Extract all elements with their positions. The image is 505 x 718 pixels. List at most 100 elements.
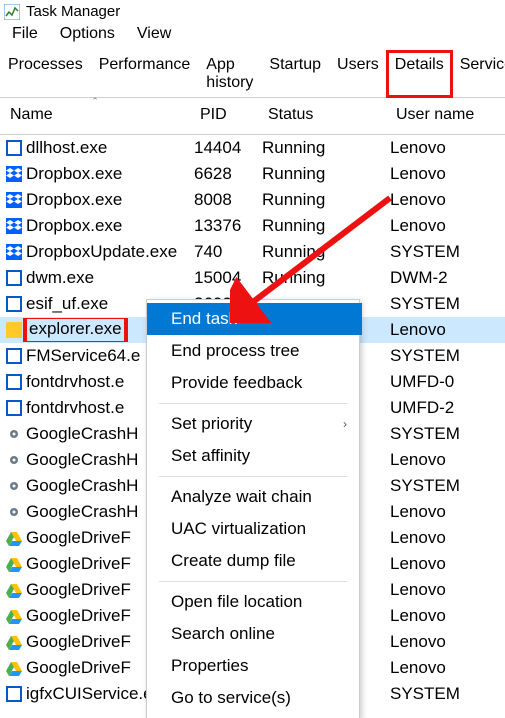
google-drive-icon xyxy=(6,608,22,624)
folder-icon xyxy=(6,322,22,338)
process-name: GoogleCrashH xyxy=(26,450,138,470)
tab-processes[interactable]: Processes xyxy=(0,51,91,97)
process-icon xyxy=(6,686,22,702)
cell-status: Running xyxy=(258,138,386,158)
menu-item-end-task[interactable]: End task xyxy=(147,303,362,335)
cell-user: Lenovo xyxy=(386,632,505,652)
col-status[interactable]: Status xyxy=(258,98,386,134)
cell-status: Running xyxy=(258,242,386,262)
menu-item-uac-virtualization[interactable]: UAC virtualization xyxy=(147,513,359,545)
process-name: fontdrvhost.e xyxy=(26,372,124,392)
menu-options[interactable]: Options xyxy=(60,25,115,43)
process-name: dwm.exe xyxy=(26,268,94,288)
process-icon xyxy=(6,296,22,312)
table-row[interactable]: Dropbox.exe8008RunningLenovo xyxy=(0,187,505,213)
cell-user: UMFD-2 xyxy=(386,398,505,418)
google-drive-icon xyxy=(6,660,22,676)
cell-user: Lenovo xyxy=(386,190,505,210)
cell-name: Dropbox.exe xyxy=(0,164,190,184)
cell-user: UMFD-0 xyxy=(386,372,505,392)
process-icon xyxy=(6,270,22,286)
col-user[interactable]: User name xyxy=(386,98,505,134)
cell-user: SYSTEM xyxy=(386,476,505,496)
process-name: GoogleCrashH xyxy=(26,424,138,444)
menu-item-open-file-location[interactable]: Open file location xyxy=(147,586,359,618)
process-name: Dropbox.exe xyxy=(26,164,122,184)
process-name: FMService64.e xyxy=(26,346,140,366)
process-name: GoogleDriveF xyxy=(26,580,131,600)
cell-name: dllhost.exe xyxy=(0,138,190,158)
process-name: GoogleDriveF xyxy=(26,658,131,678)
menu-item-analyze-wait-chain[interactable]: Analyze wait chain xyxy=(147,481,359,513)
sort-indicator-icon: ⌃ xyxy=(91,96,99,107)
col-pid[interactable]: PID xyxy=(190,98,258,134)
menu-separator xyxy=(159,476,347,477)
process-icon xyxy=(6,374,22,390)
tab-services[interactable]: Services xyxy=(452,51,505,97)
cell-user: Lenovo xyxy=(386,216,505,236)
tabstrip: ProcessesPerformanceApp historyStartupUs… xyxy=(0,51,505,98)
titlebar: Task Manager xyxy=(0,0,505,21)
menu-file[interactable]: File xyxy=(12,25,38,43)
cell-status: Running xyxy=(258,164,386,184)
tab-details[interactable]: Details xyxy=(387,51,452,97)
menu-separator xyxy=(159,403,347,404)
cell-pid: 13376 xyxy=(190,216,258,236)
cell-user: SYSTEM xyxy=(386,424,505,444)
cell-user: Lenovo xyxy=(386,320,505,340)
cell-user: Lenovo xyxy=(386,138,505,158)
menu-item-create-dump-file[interactable]: Create dump file xyxy=(147,545,359,577)
tab-users[interactable]: Users xyxy=(329,51,387,97)
gear-icon xyxy=(6,426,22,442)
cell-pid: 740 xyxy=(190,242,258,262)
menu-view[interactable]: View xyxy=(137,25,171,43)
cell-pid: 6628 xyxy=(190,164,258,184)
google-drive-icon xyxy=(6,634,22,650)
cell-user: SYSTEM xyxy=(386,684,505,704)
menubar: File Options View xyxy=(0,21,505,51)
menu-separator xyxy=(159,581,347,582)
cell-user: Lenovo xyxy=(386,502,505,522)
process-name: GoogleCrashH xyxy=(26,502,138,522)
google-drive-icon xyxy=(6,530,22,546)
cell-user: Lenovo xyxy=(386,658,505,678)
cell-user: DWM-2 xyxy=(386,268,505,288)
table-row[interactable]: dwm.exe15004RunningDWM-2 xyxy=(0,265,505,291)
gear-icon xyxy=(6,478,22,494)
process-name: Dropbox.exe xyxy=(26,190,122,210)
menu-item-properties[interactable]: Properties xyxy=(147,650,359,682)
menu-item-set-affinity[interactable]: Set affinity xyxy=(147,440,359,472)
table-row[interactable]: Dropbox.exe 13376RunningLenovo xyxy=(0,213,505,239)
process-name: Dropbox.exe xyxy=(26,216,122,236)
tab-startup[interactable]: Startup xyxy=(261,51,329,97)
cell-name: DropboxUpdate.exe xyxy=(0,242,190,262)
table-row[interactable]: dllhost.exe14404RunningLenovo xyxy=(0,135,505,161)
process-name: dllhost.exe xyxy=(26,138,107,158)
dropbox-icon xyxy=(6,166,22,182)
process-name: GoogleDriveF xyxy=(26,606,131,626)
cell-status: Running xyxy=(258,190,386,210)
menu-item-go-to-service-s-[interactable]: Go to service(s) xyxy=(147,682,359,714)
cell-name: Dropbox.exe xyxy=(0,216,190,236)
process-name: GoogleDriveF xyxy=(26,554,131,574)
cell-user: Lenovo xyxy=(386,450,505,470)
cell-status: Running xyxy=(258,268,386,288)
tab-performance[interactable]: Performance xyxy=(91,51,199,97)
chevron-right-icon: › xyxy=(343,417,347,431)
google-drive-icon xyxy=(6,582,22,598)
menu-item-set-priority[interactable]: Set priority› xyxy=(147,408,359,440)
table-row[interactable]: DropboxUpdate.exe740RunningSYSTEM xyxy=(0,239,505,265)
window-title: Task Manager xyxy=(26,3,120,20)
cell-user: Lenovo xyxy=(386,528,505,548)
task-manager-icon xyxy=(4,4,20,20)
tab-app-history[interactable]: App history xyxy=(198,51,261,97)
table-row[interactable]: Dropbox.exe6628RunningLenovo xyxy=(0,161,505,187)
cell-status: Running xyxy=(258,216,386,236)
cell-name: dwm.exe xyxy=(0,268,190,288)
col-name[interactable]: Name⌃ xyxy=(0,98,190,134)
menu-item-search-online[interactable]: Search online xyxy=(147,618,359,650)
menu-item-end-process-tree[interactable]: End process tree xyxy=(147,335,359,367)
menu-item-provide-feedback[interactable]: Provide feedback xyxy=(147,367,359,399)
gear-icon xyxy=(6,452,22,468)
process-icon xyxy=(6,400,22,416)
